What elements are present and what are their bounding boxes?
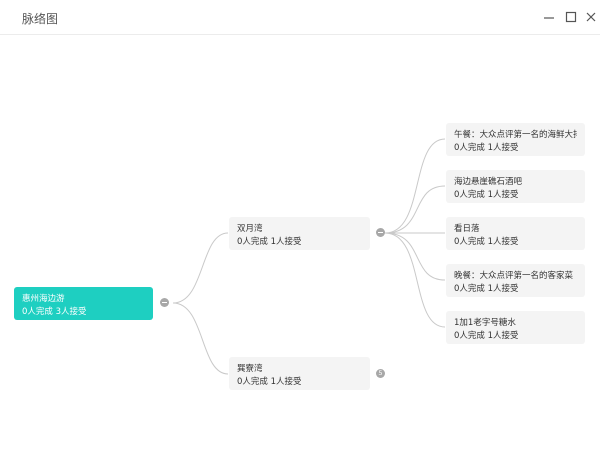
connector-root-xunliaowan: [172, 302, 229, 375]
root-node-stats: 0人完成 3人接受: [22, 307, 87, 317]
close-icon: [586, 12, 596, 22]
branch-node-stats: 0人完成 1人接受: [237, 237, 302, 247]
branch-node-name: 双月湾: [237, 224, 263, 234]
root-collapse-toggle[interactable]: [160, 298, 169, 307]
minimize-button[interactable]: [541, 9, 557, 25]
leaf-node-name: 晚餐：大众点评第一名的客家菜: [454, 271, 574, 281]
connector-lines: [172, 138, 446, 375]
leaf-node-name: 午餐：大众点评第一名的海鲜大排档: [454, 130, 577, 140]
minimize-icon: [544, 17, 554, 19]
leaf-node-stats: 0人完成 1人接受: [454, 284, 519, 294]
branch-node-shuangyuewan[interactable]: 双月湾 0人完成 1人接受: [229, 217, 370, 250]
leaf-node-stats: 0人完成 1人接受: [454, 190, 519, 200]
maximize-icon: [565, 11, 577, 23]
leaf-node[interactable]: 看日落 0人完成 1人接受: [446, 217, 585, 250]
connector-child-1: [384, 138, 446, 234]
leaf-node-name: 海边悬崖礁石酒吧: [454, 177, 523, 187]
leaf-node[interactable]: 海边悬崖礁石酒吧 0人完成 1人接受: [446, 170, 585, 203]
connector-child-5: [384, 232, 446, 328]
branch-node-stats: 0人完成 1人接受: [237, 377, 302, 387]
leaf-node[interactable]: 晚餐：大众点评第一名的客家菜 0人完成 1人接受: [446, 264, 585, 297]
branch-node-name: 巽寮湾: [237, 364, 263, 374]
branch-node-xunliaowan[interactable]: 巽寮湾 0人完成 1人接受: [229, 357, 370, 390]
connector-root-shuangyuewan: [172, 232, 229, 304]
maximize-button[interactable]: [563, 9, 579, 25]
leaf-node-name: 1加1老字号糖水: [454, 318, 516, 328]
leaf-node[interactable]: 午餐：大众点评第一名的海鲜大排档 0人完成 1人接受: [446, 123, 585, 156]
title-bar: 脉络图: [0, 0, 600, 35]
leaf-node-stats: 0人完成 1人接受: [454, 331, 519, 341]
leaf-node-stats: 0人完成 1人接受: [454, 237, 519, 247]
branch-collapse-toggle[interactable]: [376, 228, 385, 237]
root-node[interactable]: 惠州海边游 0人完成 3人接受: [14, 287, 153, 320]
leaf-node[interactable]: 1加1老字号糖水 0人完成 1人接受: [446, 311, 585, 344]
mind-map-canvas[interactable]: 惠州海边游 0人完成 3人接受 双月湾 0人完成 1人接受 巽寮湾 0人完成 1…: [0, 35, 600, 475]
window-title: 脉络图: [22, 12, 59, 26]
leaf-node-name: 看日落: [454, 224, 480, 234]
leaf-node-stats: 0人完成 1人接受: [454, 143, 519, 153]
root-node-name: 惠州海边游: [22, 294, 65, 304]
collapsed-count-badge[interactable]: 5: [376, 369, 385, 378]
close-button[interactable]: [583, 9, 599, 25]
